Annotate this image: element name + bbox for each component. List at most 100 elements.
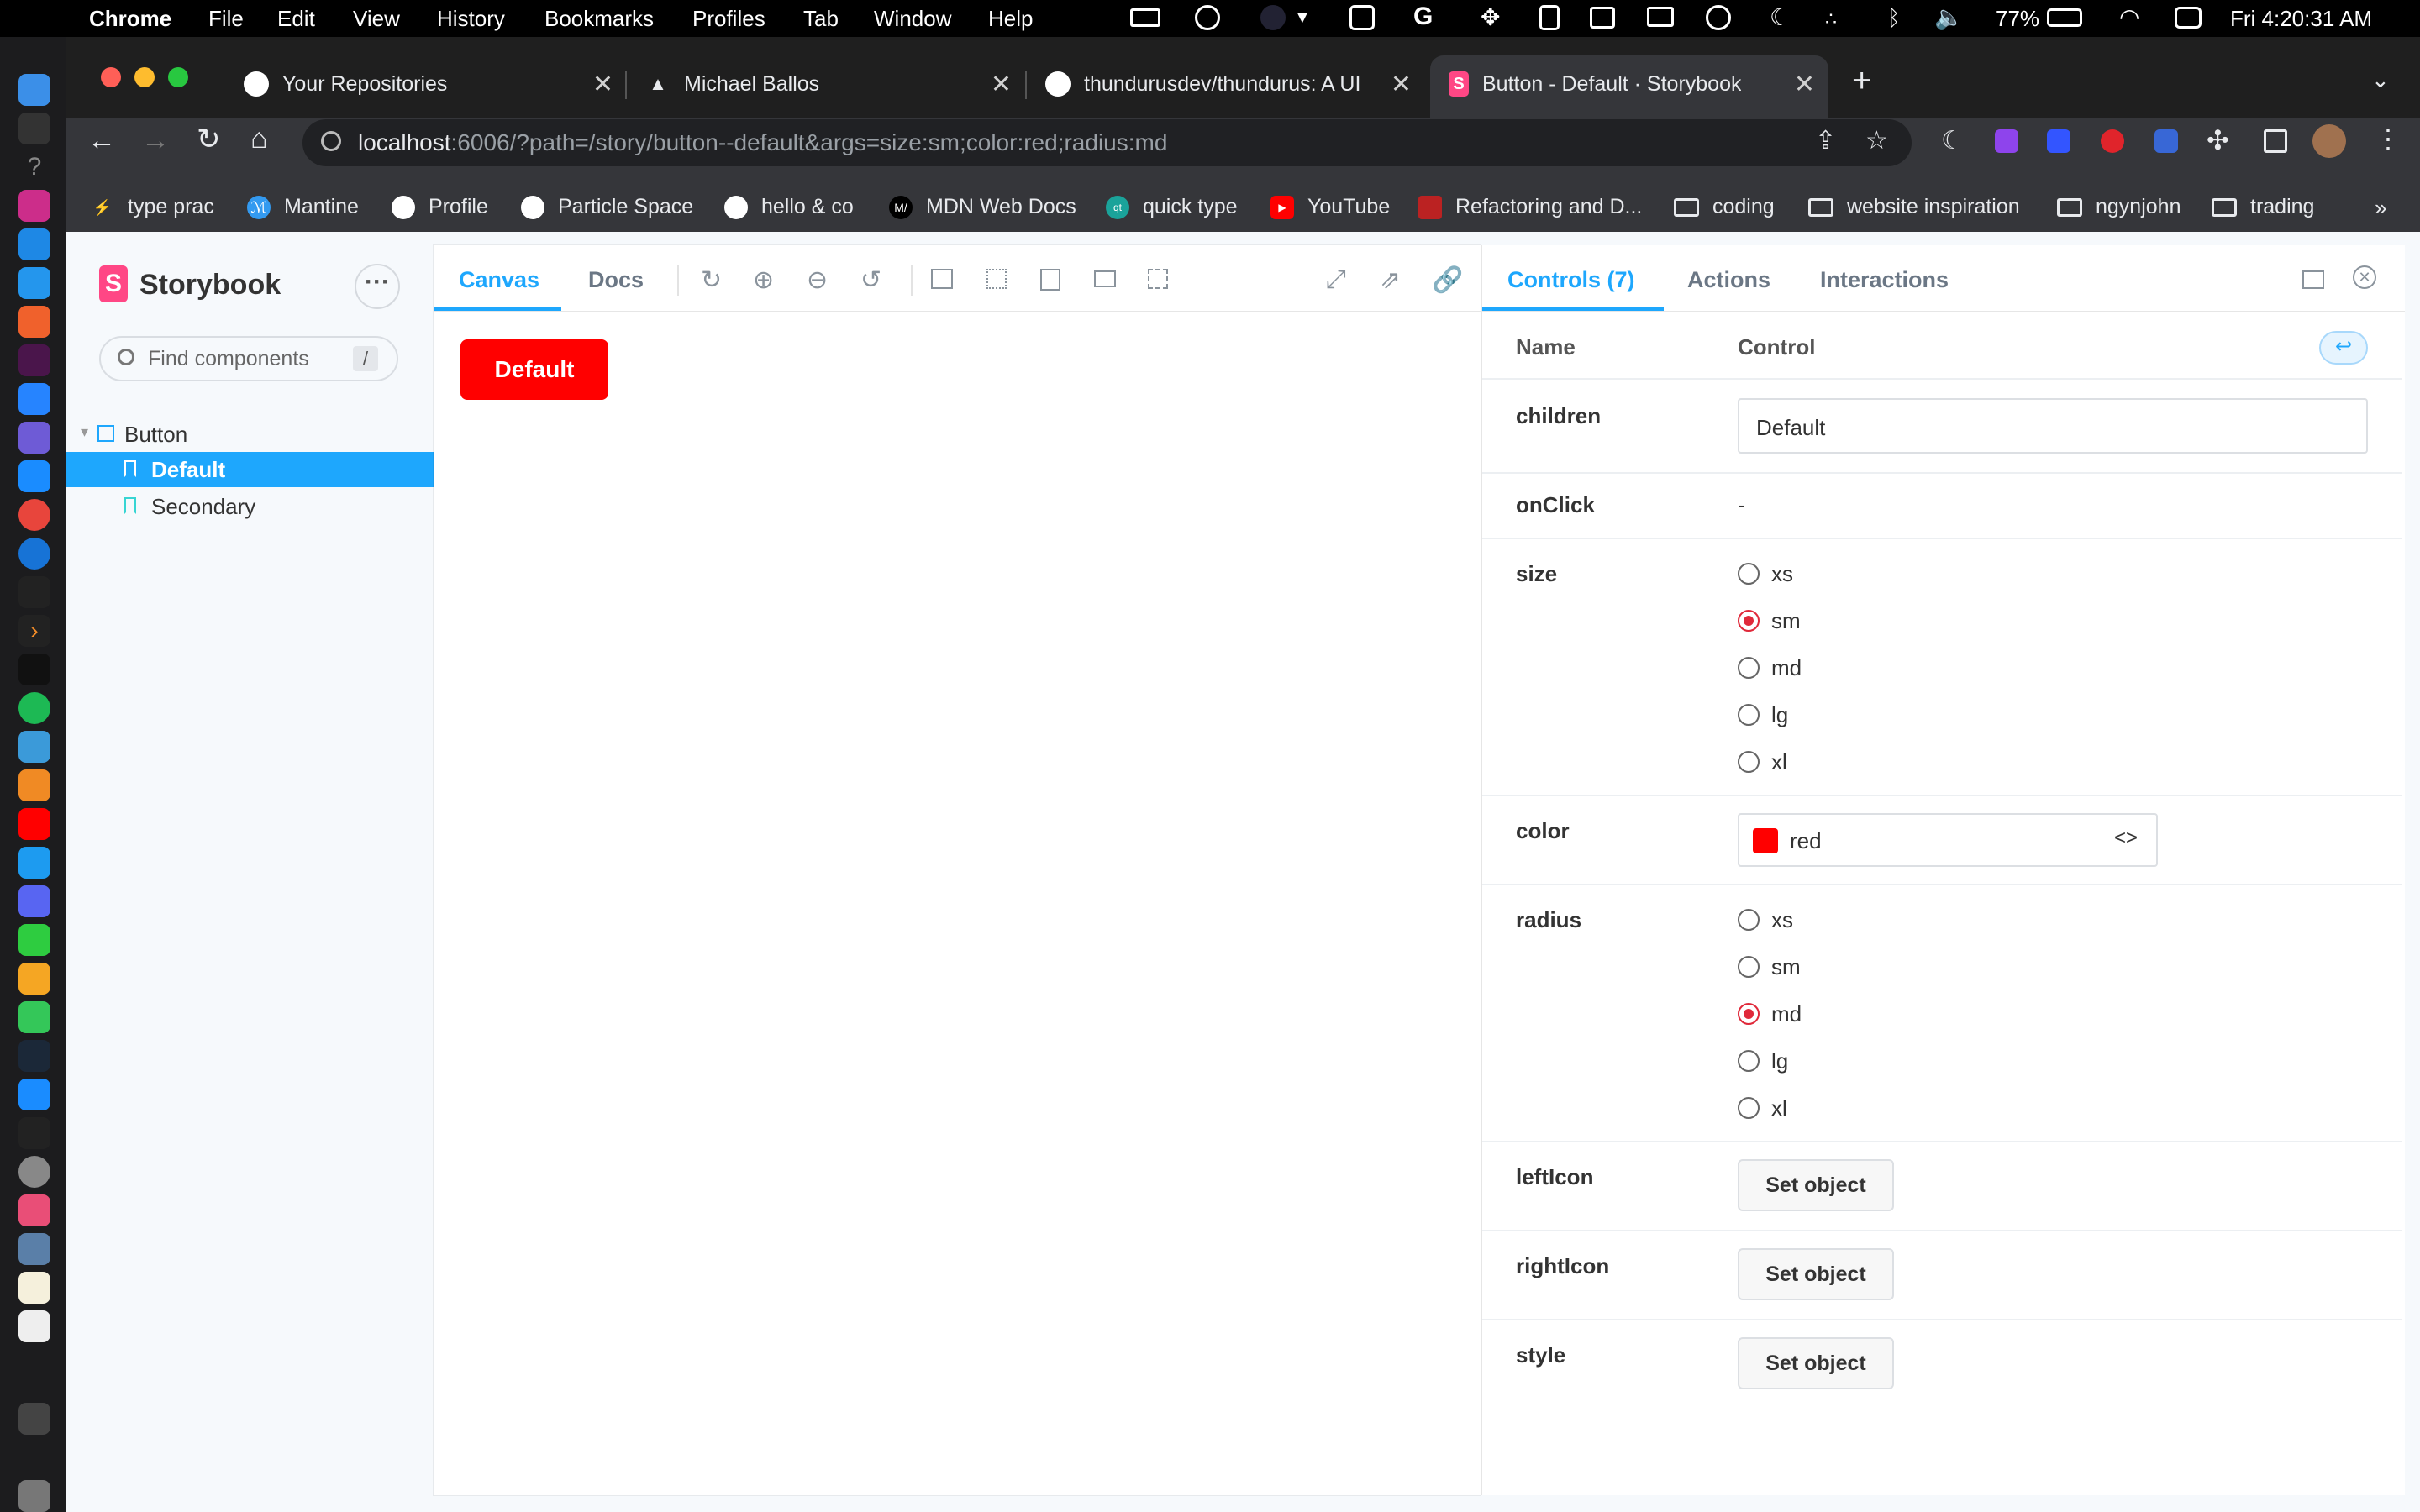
figma-icon[interactable] [18,576,50,608]
measure-icon[interactable] [1094,270,1116,287]
tab-thundurus-repo[interactable]: thundurusdev/thundurus: A UI ✕ [1045,64,1412,104]
background-icon[interactable] [931,269,953,289]
grid-icon[interactable] [986,269,1007,289]
size-radio-md[interactable] [1738,657,1760,679]
volume-icon[interactable]: 🔈 [1934,3,1964,31]
safari-icon[interactable] [18,460,50,492]
control-center-icon[interactable] [2175,7,2202,29]
airdrop-icon[interactable] [1706,5,1731,30]
dots-status-icon[interactable]: ∴ [1825,8,1837,30]
radius-radio-lg[interactable] [1738,1050,1760,1072]
bookmark-profile[interactable]: Profile [392,195,488,219]
tab-actions[interactable]: Actions [1687,267,1770,293]
launchpad-icon[interactable] [18,1194,50,1226]
grid-status-icon[interactable] [1349,5,1375,30]
close-panel-icon[interactable]: ✕ [2353,265,2376,289]
steam-icon[interactable] [18,1040,50,1072]
dropbox-icon[interactable]: ✥ [1481,3,1500,31]
vpn-icon[interactable] [18,422,50,454]
extensions-puzzle-icon[interactable]: ✣ [2207,124,2229,156]
display-status-icon[interactable] [1130,8,1160,27]
bookmark-folder-ngynjohn[interactable]: ngynjohn [2057,195,2181,219]
search-input[interactable]: Find components / [99,336,398,381]
tab-canvas[interactable]: Canvas [459,267,539,293]
tree-group-button[interactable]: Button [124,422,187,448]
reload-icon[interactable]: ↻ [197,123,221,156]
bookmark-folder-trading[interactable]: trading [2212,195,2314,219]
extension-wave-icon[interactable] [2047,129,2070,153]
window-status-icon[interactable] [1590,7,1615,29]
new-tab-button[interactable]: + [1852,62,1871,100]
site-info-icon[interactable] [321,131,341,151]
righticon-set-object-button[interactable]: Set object [1738,1248,1894,1300]
menu-view[interactable]: View [353,6,400,32]
close-icon[interactable]: ✕ [592,70,613,99]
zoom-in-icon[interactable]: ⊕ [753,265,774,295]
menu-history[interactable]: History [437,6,505,32]
lefticon-set-object-button[interactable]: Set object [1738,1159,1894,1211]
extension-red-icon[interactable] [2101,129,2124,153]
zoom-out-icon[interactable]: ⊖ [807,265,828,295]
screen-status-icon[interactable] [1647,7,1674,27]
youtube-app-icon[interactable] [18,808,50,840]
code-toggle-icon[interactable]: <> [2114,827,2138,850]
menu-clock[interactable]: Fri 4:20:31 AM [2230,6,2372,32]
bartender-icon[interactable] [1539,5,1560,30]
bookmark-star-icon[interactable]: ☆ [1865,126,1888,155]
menu-app-name[interactable]: Chrome [89,6,171,32]
zoom-reset-icon[interactable]: ↺ [860,265,881,295]
size-radio-xs[interactable] [1738,563,1760,585]
apple-tv-icon[interactable] [18,654,50,685]
outline-icon[interactable] [1148,269,1168,289]
bookmark-folder-website-inspiration[interactable]: website inspiration [1808,195,2020,219]
intellij-icon[interactable] [18,190,50,222]
messages-icon[interactable] [18,1001,50,1033]
bookmark-mdn[interactable]: M/MDN Web Docs [889,195,1076,219]
help-icon[interactable]: ? [18,151,50,183]
extension-moon-icon[interactable]: ☾ [1941,126,1964,155]
extension-purple-icon[interactable] [1995,129,2018,153]
downloads-icon[interactable] [18,1403,50,1435]
facetime-icon[interactable] [18,924,50,956]
scanner-status-icon[interactable] [1195,5,1220,30]
menu-help[interactable]: Help [988,6,1033,32]
style-set-object-button[interactable]: Set object [1738,1337,1894,1389]
tree-story-default[interactable]: Default [151,457,225,483]
vscode-icon[interactable] [18,228,50,260]
share-icon[interactable]: ⇪ [1815,126,1836,155]
menu-file[interactable]: File [208,6,244,32]
preview-default-button[interactable]: Default [460,339,608,400]
wifi-icon[interactable]: ◠ [2119,3,2139,31]
back-icon[interactable]: ← [87,124,116,157]
expand-chevron-icon[interactable]: ▾ [81,423,88,441]
headphone-status-icon[interactable] [1260,5,1286,30]
twitter-icon[interactable] [18,847,50,879]
extension-layers-icon[interactable] [2154,129,2178,153]
notes-icon[interactable] [18,1272,50,1304]
radius-radio-md[interactable] [1738,1003,1760,1025]
terminal-icon[interactable] [18,113,50,144]
window-close-button[interactable] [101,67,121,87]
size-radio-lg[interactable] [1738,704,1760,726]
window-minimize-button[interactable] [134,67,155,87]
copy-link-icon[interactable]: 🔗 [1432,265,1463,295]
radius-radio-sm[interactable] [1738,956,1760,978]
reset-controls-icon[interactable]: ↩ [2319,331,2368,365]
chevron-down-icon[interactable]: ▼ [1294,8,1311,28]
tree-item-default-selected[interactable] [66,452,434,487]
viewport-icon[interactable] [1040,269,1060,291]
discord-icon[interactable] [18,885,50,917]
moon-icon[interactable]: ☾ [1770,3,1791,31]
children-textarea[interactable]: Default [1738,398,2368,454]
close-icon[interactable]: ✕ [991,70,1012,99]
tab-controls[interactable]: Controls (7) [1507,267,1635,293]
battery-icon[interactable] [2047,8,2082,27]
grammarly-icon[interactable]: G [1413,3,1433,31]
sidebar-menu-button[interactable]: ··· [355,264,400,309]
firefox-icon[interactable] [18,538,50,570]
menu-window[interactable]: Window [874,6,951,32]
bookmark-hello-co[interactable]: hello & co [724,195,854,219]
color-picker-input[interactable]: red <> [1738,813,2158,867]
bluetooth-icon[interactable]: ᛒ [1887,5,1901,31]
tab-michael-ballos[interactable]: ▲ Michael Ballos ✕ [645,64,1012,104]
